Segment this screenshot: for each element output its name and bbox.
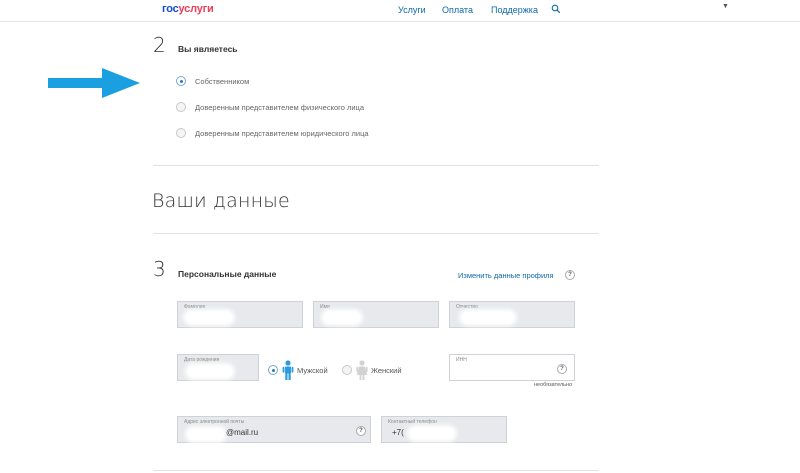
step-number-3: 3 xyxy=(153,257,166,281)
radio-individual-representative[interactable]: Доверенным представителем физического ли… xyxy=(176,101,364,113)
radio-button[interactable] xyxy=(176,102,186,112)
divider xyxy=(153,470,599,471)
redaction xyxy=(324,312,360,323)
email-field[interactable]: Адрес электронной почты @mail.ru ? xyxy=(177,416,371,443)
gender-male-option[interactable]: Мужской xyxy=(268,360,328,380)
search-icon[interactable] xyxy=(551,4,561,14)
divider xyxy=(153,233,599,234)
step3-title: Персональные данные xyxy=(178,269,277,279)
gosuslugi-logo[interactable]: госуслуги xyxy=(162,3,214,15)
nav-payment[interactable]: Оплата xyxy=(442,5,473,15)
section-title: Ваши данные xyxy=(152,190,290,212)
female-person-icon xyxy=(356,360,368,380)
help-icon[interactable]: ? xyxy=(557,364,567,374)
birthdate-field[interactable]: Дата рождения xyxy=(177,354,259,381)
step2-title: Вы являетесь xyxy=(178,44,238,54)
nav-services[interactable]: Услуги xyxy=(398,5,426,15)
optional-note: необязательно xyxy=(534,382,573,388)
redaction xyxy=(462,312,514,323)
radio-button[interactable] xyxy=(342,365,352,375)
radio-button[interactable] xyxy=(176,76,186,86)
surname-field[interactable]: Фамилия xyxy=(177,301,303,328)
phone-field[interactable]: Контактный телефон +7( xyxy=(381,416,507,443)
male-person-icon xyxy=(282,360,294,380)
gender-female-option[interactable]: Женский xyxy=(342,360,402,380)
edit-profile-link[interactable]: Изменить данные профиля xyxy=(458,271,554,280)
radio-button[interactable] xyxy=(176,128,186,138)
help-icon[interactable]: ? xyxy=(565,270,575,280)
top-header: госуслуги Услуги Оплата Поддержка ▼ xyxy=(0,0,800,22)
inn-input[interactable]: ИНН ? xyxy=(449,354,575,381)
patronymic-field[interactable]: Отчество xyxy=(449,301,575,328)
name-field[interactable]: Имя xyxy=(313,301,439,328)
help-icon[interactable]: ? xyxy=(356,426,366,436)
divider xyxy=(153,165,599,166)
redaction xyxy=(186,312,232,323)
radio-legal-representative[interactable]: Доверенным представителем юридического л… xyxy=(176,127,369,139)
redaction xyxy=(410,428,454,439)
radio-owner[interactable]: Собственником xyxy=(176,75,249,87)
radio-button[interactable] xyxy=(268,365,278,375)
caret-down-icon[interactable]: ▼ xyxy=(722,3,729,10)
redaction xyxy=(188,429,224,440)
nav-support[interactable]: Поддержка xyxy=(491,5,538,15)
arrow-right-icon xyxy=(48,68,140,98)
step-number-2: 2 xyxy=(153,33,166,57)
redaction xyxy=(188,366,232,377)
